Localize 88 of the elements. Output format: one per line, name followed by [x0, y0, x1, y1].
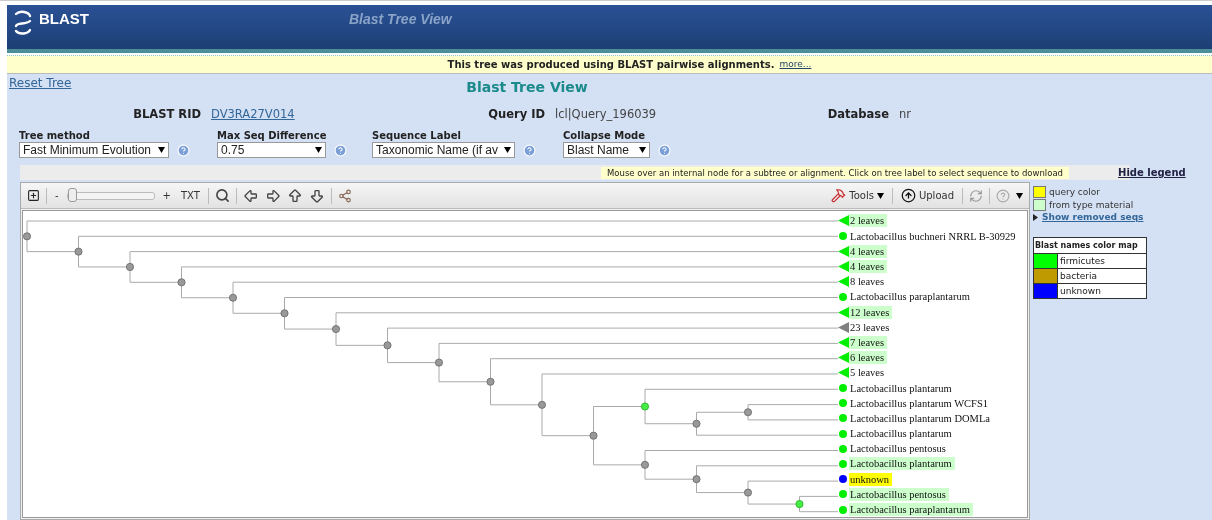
leaf-dot-icon[interactable] [839, 429, 847, 438]
arrow-left-icon[interactable] [242, 187, 259, 204]
leaf-dot-icon[interactable] [839, 490, 847, 499]
leaf-dot-icon[interactable] [839, 399, 847, 408]
leaf-label[interactable]: Lactobacillus buchneri NRRL B-30929 [849, 229, 1019, 243]
leaf-label[interactable]: 8 leaves [849, 275, 888, 289]
reset-tree-link[interactable]: Reset Tree [9, 76, 72, 90]
hide-legend-link[interactable]: Hide legend [1118, 167, 1186, 178]
leaf-label[interactable]: 4 leaves [849, 244, 888, 258]
more-link[interactable]: more... [779, 59, 812, 70]
info-label: Query ID [487, 107, 545, 121]
info-label: BLAST RID [132, 107, 201, 121]
arrow-up-icon[interactable] [286, 187, 303, 204]
leaf-label[interactable]: Lactobacillus paraplantarum [849, 503, 973, 516]
upload-icon [900, 188, 916, 203]
show-removed-link[interactable]: Show removed seqs [1033, 212, 1147, 222]
info-label: Database [826, 107, 889, 121]
leaf-label[interactable]: Lactobacillus plantarum DOMLa [849, 411, 993, 425]
option-label: Tree method [19, 130, 91, 141]
help-icon[interactable] [996, 188, 1010, 203]
zoom-in-button[interactable]: + [160, 185, 173, 206]
color-map-name: unknown [1059, 285, 1101, 298]
option-select[interactable]: Taxonomic Name (if av [372, 142, 515, 158]
arrow-right-icon[interactable] [264, 187, 281, 204]
option-label: Max Seq Difference [217, 130, 328, 141]
caret-icon [158, 147, 165, 153]
leaf-label[interactable]: 7 leaves [849, 335, 888, 349]
leaf-label[interactable]: Lactobacillus paraplantarum [849, 290, 973, 304]
collapsed-node-icon[interactable] [838, 261, 849, 272]
caret-icon [504, 147, 511, 153]
leaf-label[interactable]: 23 leaves [849, 320, 893, 334]
header-title: Blast Tree View [349, 11, 452, 27]
color-map-name: firmicutes [1059, 255, 1105, 268]
legend-label: from type material [1049, 200, 1134, 210]
info-value: nr [899, 107, 913, 121]
legend-label: query color [1049, 187, 1100, 197]
leaf-label[interactable]: Lactobacillus plantarum [849, 457, 955, 471]
banner-text: This tree was produced using BLAST pairwise alignments. [447, 58, 775, 70]
leaf-dot-icon[interactable] [839, 414, 847, 423]
page-title: Blast Tree View [466, 79, 588, 95]
option-select[interactable]: Fast Minimum Evolution [19, 142, 169, 158]
connector-icon[interactable] [337, 188, 352, 203]
info-link[interactable]: DV3RA27V014 [211, 107, 470, 121]
leaf-label[interactable]: 6 leaves [849, 351, 888, 365]
leaf-label[interactable]: Lactobacillus plantarum [849, 427, 955, 441]
leaf-dot-icon[interactable] [839, 232, 847, 241]
leaf-label[interactable]: unknown [849, 472, 893, 486]
leaf-label[interactable]: Lactobacillus plantarum [849, 381, 955, 395]
collapsed-node-icon[interactable] [838, 276, 849, 288]
zoom-slider[interactable] [66, 191, 155, 200]
leaf-label[interactable]: Lactobacillus pentosus [849, 442, 949, 456]
caret-icon [639, 147, 646, 153]
leaf-dot-icon[interactable] [839, 292, 847, 301]
leaf-dot-icon[interactable] [839, 444, 847, 453]
option-select[interactable]: Blast Name [563, 142, 650, 158]
arrow-down-icon[interactable] [308, 187, 325, 204]
color-map-name: bacteria [1059, 270, 1097, 283]
txt-button[interactable]: TXT [179, 185, 202, 206]
leaf-label[interactable]: 5 leaves [849, 366, 888, 380]
leaf-dot-icon[interactable] [839, 505, 847, 514]
leaf-label[interactable]: 4 leaves [849, 260, 888, 273]
option-label: Sequence Label [372, 130, 462, 141]
search-icon[interactable] [214, 188, 230, 203]
hint-text: Mouse over an internal node for a subtree or alignment. Click on tree label to select sequence to download [601, 166, 1070, 179]
expand-icon[interactable] [27, 189, 40, 202]
option-select[interactable]: 0.75 [217, 142, 326, 158]
leaf-dot-icon[interactable] [839, 384, 847, 392]
collapsed-node-icon[interactable] [838, 367, 849, 379]
info-value: lcl|Query_196039 [555, 107, 658, 121]
leaf-label[interactable]: Lactobacillus pentosus [849, 487, 949, 501]
leaf-label[interactable]: Lactobacillus plantarum WCFS1 [849, 396, 992, 410]
option-label: Collapse Mode [563, 130, 646, 141]
slider-thumb[interactable] [67, 187, 77, 202]
leaf-label[interactable]: 2 leaves [849, 214, 888, 228]
leaf-dot-icon[interactable] [839, 459, 847, 468]
upload-button[interactable]: Upload [898, 185, 956, 206]
zoom-out-button[interactable]: - [53, 185, 61, 206]
leaf-dot-icon[interactable] [839, 475, 847, 484]
leaf-label[interactable]: 12 leaves [849, 305, 893, 319]
collapsed-node-icon[interactable] [838, 321, 849, 333]
hammer-icon [831, 188, 847, 203]
caret-icon [315, 147, 322, 153]
logo-text: BLAST [39, 10, 89, 27]
expand-triangle-icon [1033, 213, 1038, 221]
caret-icon [876, 192, 884, 199]
caret-icon [1016, 192, 1023, 199]
refresh-icon[interactable] [969, 188, 983, 203]
tools-button[interactable]: Tools [829, 185, 886, 206]
